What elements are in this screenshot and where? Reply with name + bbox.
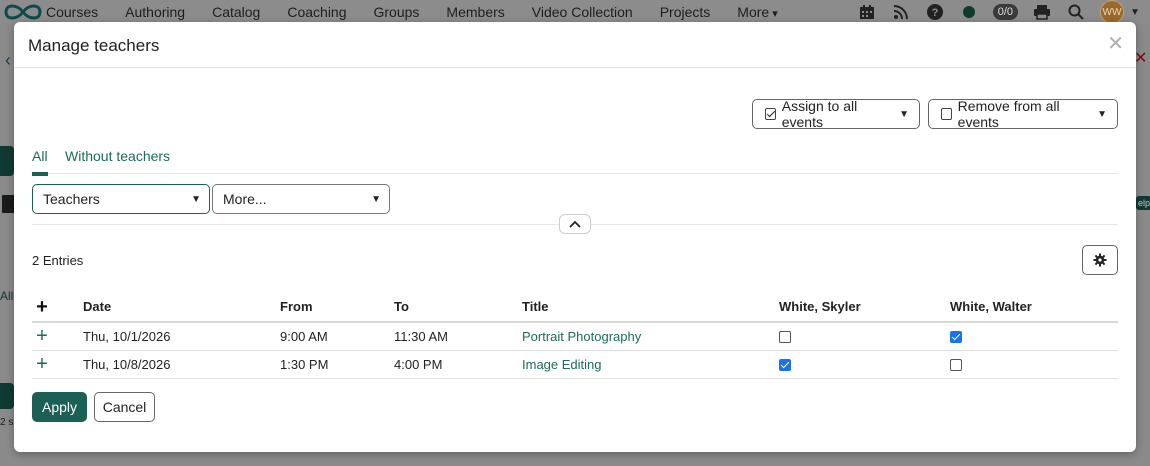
checkbox-checked-icon — [765, 108, 776, 120]
nav-item-projects[interactable]: Projects — [660, 4, 711, 20]
nav-item-catalog[interactable]: Catalog — [212, 4, 260, 20]
cell-walter — [950, 322, 1118, 351]
counter-text: 0/0 — [992, 4, 1018, 20]
bg-count-fragment: 2 s — [0, 417, 14, 428]
column-header-white-walter[interactable]: White, Walter — [950, 292, 1118, 323]
tab-all[interactable]: All — [32, 148, 48, 176]
assign-walter-checkbox[interactable] — [950, 359, 962, 372]
search-icon[interactable] — [1066, 2, 1086, 22]
caret-down-icon: ▼ — [371, 194, 381, 205]
table-row: + Thu, 10/1/2026 9:00 AM 11:30 AM Portra… — [32, 322, 1118, 351]
plus-icon[interactable]: + — [32, 354, 52, 374]
teachers-filter-select[interactable]: Teachers ▼ — [32, 184, 210, 214]
nav-item-video-collection[interactable]: Video Collection — [532, 4, 633, 20]
remove-all-events-button[interactable]: Remove from all events ▼ — [928, 98, 1118, 130]
event-title-link[interactable]: Image Editing — [522, 357, 602, 372]
help-icon[interactable]: ? — [925, 2, 945, 22]
help-badge-fragment: elp — [1136, 196, 1150, 210]
svg-text:?: ? — [931, 7, 938, 19]
tab-without-teachers[interactable]: Without teachers — [65, 148, 170, 164]
counter-badge[interactable]: 0/0 — [992, 2, 1018, 22]
apply-button[interactable]: Apply — [32, 392, 87, 422]
chevron-down-icon[interactable]: ▼ — [1130, 2, 1140, 22]
gear-icon — [1093, 253, 1107, 267]
caret-down-icon: ▼ — [899, 108, 909, 120]
caret-down-icon: ▼ — [191, 194, 201, 205]
cell-date: Thu, 10/8/2026 — [83, 350, 280, 379]
nav-item-authoring[interactable]: Authoring — [125, 4, 185, 20]
cancel-button[interactable]: Cancel — [94, 392, 155, 422]
chevron-up-icon — [569, 220, 581, 228]
table-header-row: + Date From To Title White, Skyler White… — [32, 292, 1118, 323]
more-filters-select[interactable]: More... ▼ — [212, 184, 390, 214]
cell-skyler — [779, 322, 950, 351]
manage-teachers-dialog: Manage teachers ✕ Assign to all events ▼… — [14, 22, 1136, 452]
filter-tabs: All Without teachers — [32, 146, 1118, 176]
event-title-link[interactable]: Portrait Photography — [522, 329, 641, 344]
checkbox-empty-icon — [941, 108, 952, 120]
cell-to: 4:00 PM — [394, 350, 522, 379]
events-table: + Date From To Title White, Skyler White… — [32, 292, 1118, 379]
remove-all-label: Remove from all events — [957, 98, 1060, 130]
close-bg-icon: ✕ — [1134, 50, 1148, 67]
main-nav: Courses Authoring Catalog Coaching Group… — [46, 0, 805, 24]
caret-down-icon: ▼ — [1097, 108, 1107, 120]
table-settings-button[interactable] — [1082, 245, 1118, 275]
cell-to: 11:30 AM — [394, 322, 522, 351]
assign-all-events-button[interactable]: Assign to all events ▼ — [752, 98, 920, 130]
app-logo[interactable] — [0, 0, 46, 24]
entries-count: 2 Entries — [32, 253, 84, 268]
teachers-filter-label: Teachers — [43, 191, 100, 207]
dialog-header: Manage teachers ✕ — [14, 22, 1136, 68]
column-header-date[interactable]: Date — [83, 292, 280, 323]
add-all-header[interactable]: + — [32, 292, 83, 323]
nav-item-coaching[interactable]: Coaching — [287, 4, 346, 20]
status-dot-icon — [959, 2, 979, 22]
back-arrow-icon: ‹ — [5, 50, 11, 70]
nav-item-courses[interactable]: Courses — [46, 4, 98, 20]
cell-walter — [950, 350, 1118, 379]
plus-icon[interactable]: + — [32, 297, 52, 317]
bg-apply-fragment — [0, 383, 14, 409]
plus-icon[interactable]: + — [32, 326, 52, 346]
assign-skyler-checkbox[interactable] — [779, 331, 791, 344]
row-expand-cell: + — [32, 322, 83, 351]
column-header-from[interactable]: From — [280, 292, 394, 323]
nav-item-groups[interactable]: Groups — [374, 4, 420, 20]
print-icon[interactable] — [1032, 2, 1052, 22]
bg-all-tab-fragment: All — [0, 289, 14, 303]
cell-title: Image Editing — [522, 350, 779, 379]
column-header-white-skyler[interactable]: White, Skyler — [779, 292, 950, 323]
dialog-title: Manage teachers — [28, 36, 160, 55]
assign-walter-checkbox[interactable] — [950, 331, 962, 344]
nav-more-menu[interactable]: More — [737, 4, 777, 20]
cell-title: Portrait Photography — [522, 322, 779, 351]
cell-skyler — [779, 350, 950, 379]
close-icon[interactable]: ✕ — [1107, 34, 1124, 54]
avatar-initials: WW — [1100, 0, 1124, 24]
assign-skyler-checkbox[interactable] — [779, 359, 791, 372]
avatar[interactable]: WW — [1100, 0, 1124, 24]
app-top-bar: Courses Authoring Catalog Coaching Group… — [0, 0, 1150, 24]
assign-all-label: Assign to all events — [781, 98, 858, 130]
column-header-title[interactable]: Title — [522, 292, 779, 323]
rss-icon[interactable] — [891, 2, 911, 22]
row-expand-cell: + — [32, 350, 83, 379]
nav-item-members[interactable]: Members — [446, 4, 504, 20]
cell-from: 1:30 PM — [280, 350, 394, 379]
top-icons: ? 0/0 WW ▼ — [843, 0, 1140, 24]
bg-calendar-fragment — [2, 195, 14, 213]
calendar-icon[interactable] — [857, 2, 877, 22]
table-row: + Thu, 10/8/2026 1:30 PM 4:00 PM Image E… — [32, 350, 1118, 379]
cell-from: 9:00 AM — [280, 322, 394, 351]
cell-date: Thu, 10/1/2026 — [83, 322, 280, 351]
more-filters-label: More... — [223, 191, 267, 207]
collapse-filters-button[interactable] — [559, 214, 591, 234]
column-header-to[interactable]: To — [394, 292, 522, 323]
bg-button-fragment — [0, 146, 14, 176]
